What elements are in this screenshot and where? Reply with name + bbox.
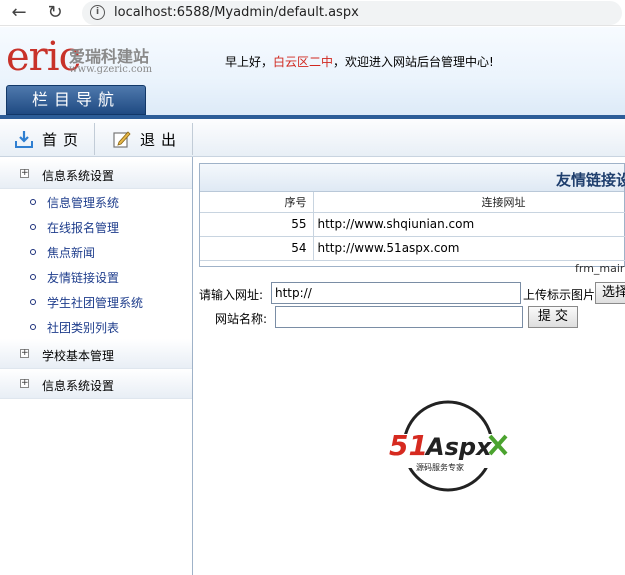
browser-toolbar: ← ↻ i localhost:6588/Myadmin/default.asp… [0,0,625,26]
add-link-form: 请输入网址: http:// 上传标示图片 选择 网站名称: 提 交 [199,280,625,332]
column-header-url: 连接网址 [313,192,625,213]
logo-site: www.gzeric.com [69,64,153,75]
column-header-number: 序号 [200,192,314,213]
cell-url[interactable]: http://www.shqiunian.com [313,212,625,237]
bullet-icon [30,274,36,280]
links-panel: 友情链接设 序号 连接网址 55 http://www.shqiunian.co… [199,163,625,267]
cell-url[interactable]: http://www.51aspx.com [313,236,625,261]
home-button[interactable]: 首页 [14,127,84,151]
home-label: 首页 [42,130,85,149]
greeting-suffix: ，欢迎进入网站后台管理中心! [333,55,494,69]
info-icon[interactable]: i [90,5,105,20]
bullet-icon [30,199,36,205]
sidebar-section-school[interactable]: + 学校基本管理 [0,339,192,369]
panel-header: 友情链接设 [200,164,625,192]
bullet-icon [30,324,36,330]
submit-button[interactable]: 提 交 [528,306,578,328]
table-row[interactable]: 54 http://www.51aspx.com [200,236,625,261]
expand-icon[interactable]: + [20,379,29,388]
sidebar-item-online-registration[interactable]: 在线报名管理 [0,214,192,239]
sidebar-item-label[interactable]: 学生社团管理系统 [47,294,143,311]
cell-number: 55 [200,212,314,237]
bullet-icon [30,299,36,305]
top-toolbar: 首页 退出 [0,119,625,157]
sidebar-section-info-2[interactable]: + 信息系统设置 [0,369,192,399]
sidebar-item-label[interactable]: 社团类别列表 [47,319,119,336]
greeting-prefix: 早上好， [225,55,274,69]
bullet-icon [30,249,36,255]
back-arrow-icon[interactable]: ← [8,2,30,24]
address-bar[interactable]: i localhost:6588/Myadmin/default.aspx [82,1,622,25]
expand-icon[interactable]: + [20,169,29,178]
sidebar-item-focus-news[interactable]: 焦点新闻 [0,239,192,264]
table-header-row: 序号 连接网址 [200,192,625,213]
choose-file-button[interactable]: 选择 [595,282,625,304]
51aspx-logo: 51 Aspx 源码服务专家 [382,398,514,494]
nav-title-tab: 栏目导航 [6,85,146,115]
links-table: 序号 连接网址 55 http://www.shqiunian.com 54 h… [200,192,625,261]
sidebar: + 信息系统设置 信息管理系统 在线报名管理 焦点新闻 友情链接设置 学生社团管… [0,157,193,575]
site-header: eric 爱瑞科建站 www.gzeric.com 早上好，白云区二中，欢迎进入… [0,27,625,119]
url-input[interactable]: http:// [271,282,521,304]
sidebar-item-label[interactable]: 友情链接设置 [47,269,119,286]
frame-label: frm_mair [575,262,625,275]
logo: eric 爱瑞科建站 www.gzeric.com [6,37,152,77]
svg-text:源码服务专家: 源码服务专家 [416,462,464,472]
toolbar-separator [94,123,95,155]
home-download-icon [14,129,34,149]
bullet-icon [30,224,36,230]
panel-title: 友情链接设 [556,171,625,189]
table-row[interactable]: 55 http://www.shqiunian.com [200,212,625,237]
reload-icon[interactable]: ↻ [44,2,66,24]
url-text[interactable]: localhost:6588/Myadmin/default.aspx [114,5,359,20]
sidebar-item-student-clubs[interactable]: 学生社团管理系统 [0,289,192,314]
sidebar-item-club-categories[interactable]: 社团类别列表 [0,314,192,339]
cell-number: 54 [200,236,314,261]
url-label: 请输入网址: [199,288,264,302]
sidebar-item-label[interactable]: 信息管理系统 [47,194,119,211]
site-name-input[interactable] [275,306,523,328]
svg-text:Aspx: Aspx [424,433,493,461]
main-content: 友情链接设 序号 连接网址 55 http://www.shqiunian.co… [193,157,625,575]
sidebar-item-label[interactable]: 在线报名管理 [47,219,119,236]
sidebar-item-friend-links[interactable]: 友情链接设置 [0,264,192,289]
sidebar-section-label: 信息系统设置 [42,169,115,183]
greeting: 早上好，白云区二中，欢迎进入网站后台管理中心! [225,53,494,70]
site-name-label: 网站名称: [215,312,268,326]
exit-label: 退出 [140,130,183,149]
toolbar-separator [192,123,193,155]
expand-icon[interactable]: + [20,349,29,358]
sidebar-item-info-management[interactable]: 信息管理系统 [0,189,192,214]
upload-label: 上传标示图片 [523,288,596,302]
svg-text:51: 51 [389,429,428,462]
sidebar-section-label: 学校基本管理 [42,349,115,363]
edit-icon [112,129,132,149]
greeting-user: 白云区二中 [273,55,334,69]
sidebar-section-info[interactable]: + 信息系统设置 [0,159,192,189]
exit-button[interactable]: 退出 [112,127,182,151]
sidebar-section-label: 信息系统设置 [42,379,115,393]
sidebar-item-label[interactable]: 焦点新闻 [47,244,95,261]
